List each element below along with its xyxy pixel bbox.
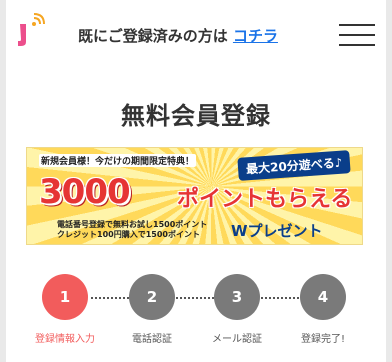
- banner-details: 電話番号登録で無料お試し1500ポイント クレジット100円購入で1500ポイン…: [57, 220, 207, 240]
- banner-present: Wプレゼント: [231, 222, 323, 240]
- banner-points-number: 3000: [39, 172, 131, 212]
- promo-banner[interactable]: 新規会員様！今だけの期間限定特典！ 最大20分遊べる♪ 3000 ポイントもらえ…: [26, 147, 363, 245]
- banner-points-suffix: ポイントもらえる: [177, 187, 353, 212]
- app-logo-icon[interactable]: [14, 12, 48, 48]
- step-connector: [176, 297, 214, 299]
- login-prompt: 既にご登録済みの方は コチラ: [78, 25, 278, 46]
- step-2-label: 電話認証: [132, 334, 172, 345]
- right-gutter: [386, 0, 392, 362]
- step-connector: [261, 297, 299, 299]
- step-4-circle: 4: [300, 274, 346, 320]
- login-link[interactable]: コチラ: [233, 27, 278, 45]
- step-connector: [91, 297, 129, 299]
- step-3-label: メール認証: [212, 334, 262, 345]
- step-1-label: 登録情報入力: [35, 334, 95, 345]
- step-2-circle: 2: [129, 274, 175, 320]
- banner-line-2: クレジット100円購入で1500ポイント: [57, 230, 200, 239]
- left-gutter: [0, 0, 6, 362]
- banner-tag: 新規会員様！今だけの期間限定特典！: [39, 154, 197, 167]
- banner-line-1: 電話番号登録で無料お試し1500ポイント: [57, 220, 208, 229]
- hamburger-menu-icon[interactable]: [339, 24, 375, 46]
- step-1-circle: 1: [42, 274, 88, 320]
- step-3-circle: 3: [214, 274, 260, 320]
- login-prompt-text: 既にご登録済みの方は: [78, 27, 228, 45]
- page-title: 無料会員登録: [121, 102, 271, 130]
- banner-max-badge: 最大20分遊べる♪: [236, 150, 351, 181]
- step-4-label: 登録完了!: [300, 334, 346, 345]
